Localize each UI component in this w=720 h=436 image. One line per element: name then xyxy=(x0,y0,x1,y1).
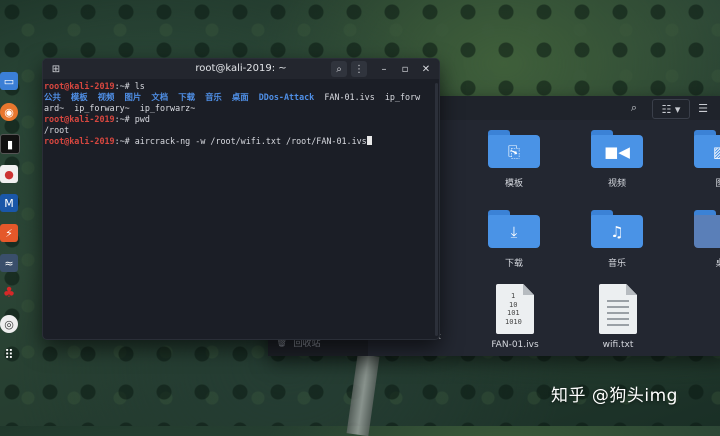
folder-music[interactable]: ♫ 音乐 xyxy=(589,210,645,269)
terminal-line: root@kali-2019:~# pwd xyxy=(44,114,150,125)
burp-icon[interactable]: ⚡ xyxy=(0,224,18,242)
metasploit-icon[interactable]: M xyxy=(0,194,18,212)
video-icon: ■◀ xyxy=(591,135,643,168)
terminal-line: ard~ ip_forwary~ ip_forwarz~ xyxy=(44,103,196,114)
watermark: 知乎 @狗头img xyxy=(551,386,678,406)
terminal-titlebar[interactable]: ⊞ root@kali-2019: ~ ⌕ ⋮ – ▫ ✕ xyxy=(43,59,439,79)
view-options-button[interactable]: ☷ ▾ xyxy=(652,99,690,119)
folder-pictures[interactable]: ▨ 图 xyxy=(692,130,720,189)
terminal-scrollbar[interactable] xyxy=(435,83,438,336)
firefox-icon[interactable]: ◉ xyxy=(0,103,18,121)
music-icon: ♫ xyxy=(591,215,643,248)
search-icon[interactable]: ⌕ xyxy=(626,99,642,117)
template-icon: ⎘ xyxy=(488,135,540,168)
document-icon[interactable]: ● xyxy=(0,165,18,183)
maximize-icon[interactable]: ▫ xyxy=(397,61,413,77)
disc-icon[interactable]: ◎ xyxy=(0,315,18,333)
menu-icon[interactable]: ☰ xyxy=(696,99,710,117)
files-icon[interactable]: ▭ xyxy=(0,72,18,90)
text-file-icon xyxy=(599,284,637,334)
folder-desktop[interactable]: 桌 xyxy=(692,210,720,269)
file-wifi-txt[interactable]: wifi.txt xyxy=(583,284,653,350)
kali-icon[interactable]: ≈ xyxy=(0,254,18,272)
terminal-window[interactable]: ⊞ root@kali-2019: ~ ⌕ ⋮ – ▫ ✕ root@kali-… xyxy=(42,58,440,340)
dock: ▭ ◉ ▮ ● M ⚡ ≈ ♣ ◎ ⠿ xyxy=(0,70,20,370)
search-icon[interactable]: ⌕ xyxy=(331,61,347,77)
terminal-line: /root xyxy=(44,125,70,136)
close-icon[interactable]: ✕ xyxy=(418,61,434,77)
download-icon: ⤓ xyxy=(488,215,540,248)
text-cursor xyxy=(366,136,372,146)
desktop-icon xyxy=(694,215,720,248)
file-fan-01-ivs[interactable]: 1 10 101 1010 FAN-01.ivs xyxy=(480,284,550,350)
app-grid-icon[interactable]: ⠿ xyxy=(0,346,18,364)
binary-file-icon: 1 10 101 1010 xyxy=(496,284,534,334)
menu-icon[interactable]: ⋮ xyxy=(351,61,367,77)
terminal-line: 公共 模板 视频 图片 文档 下载 音乐 桌面 DDos-Attack FAN-… xyxy=(44,92,421,103)
terminal-line: root@kali-2019:~# aircrack-ng -w /root/w… xyxy=(44,136,433,147)
folder-videos[interactable]: ■◀ 视频 xyxy=(589,130,645,189)
cherry-icon[interactable]: ♣ xyxy=(0,284,18,302)
minimize-icon[interactable]: – xyxy=(376,61,392,77)
folder-templates[interactable]: ⎘ 模板 xyxy=(486,130,542,189)
image-icon: ▨ xyxy=(694,135,720,168)
terminal-line: root@kali-2019:~# ls xyxy=(44,81,145,91)
terminal-icon[interactable]: ▮ xyxy=(0,134,20,154)
folder-downloads[interactable]: ⤓ 下载 xyxy=(486,210,542,269)
terminal-output[interactable]: root@kali-2019:~# ls 公共 模板 视频 图片 文档 下载 音乐… xyxy=(44,81,433,339)
